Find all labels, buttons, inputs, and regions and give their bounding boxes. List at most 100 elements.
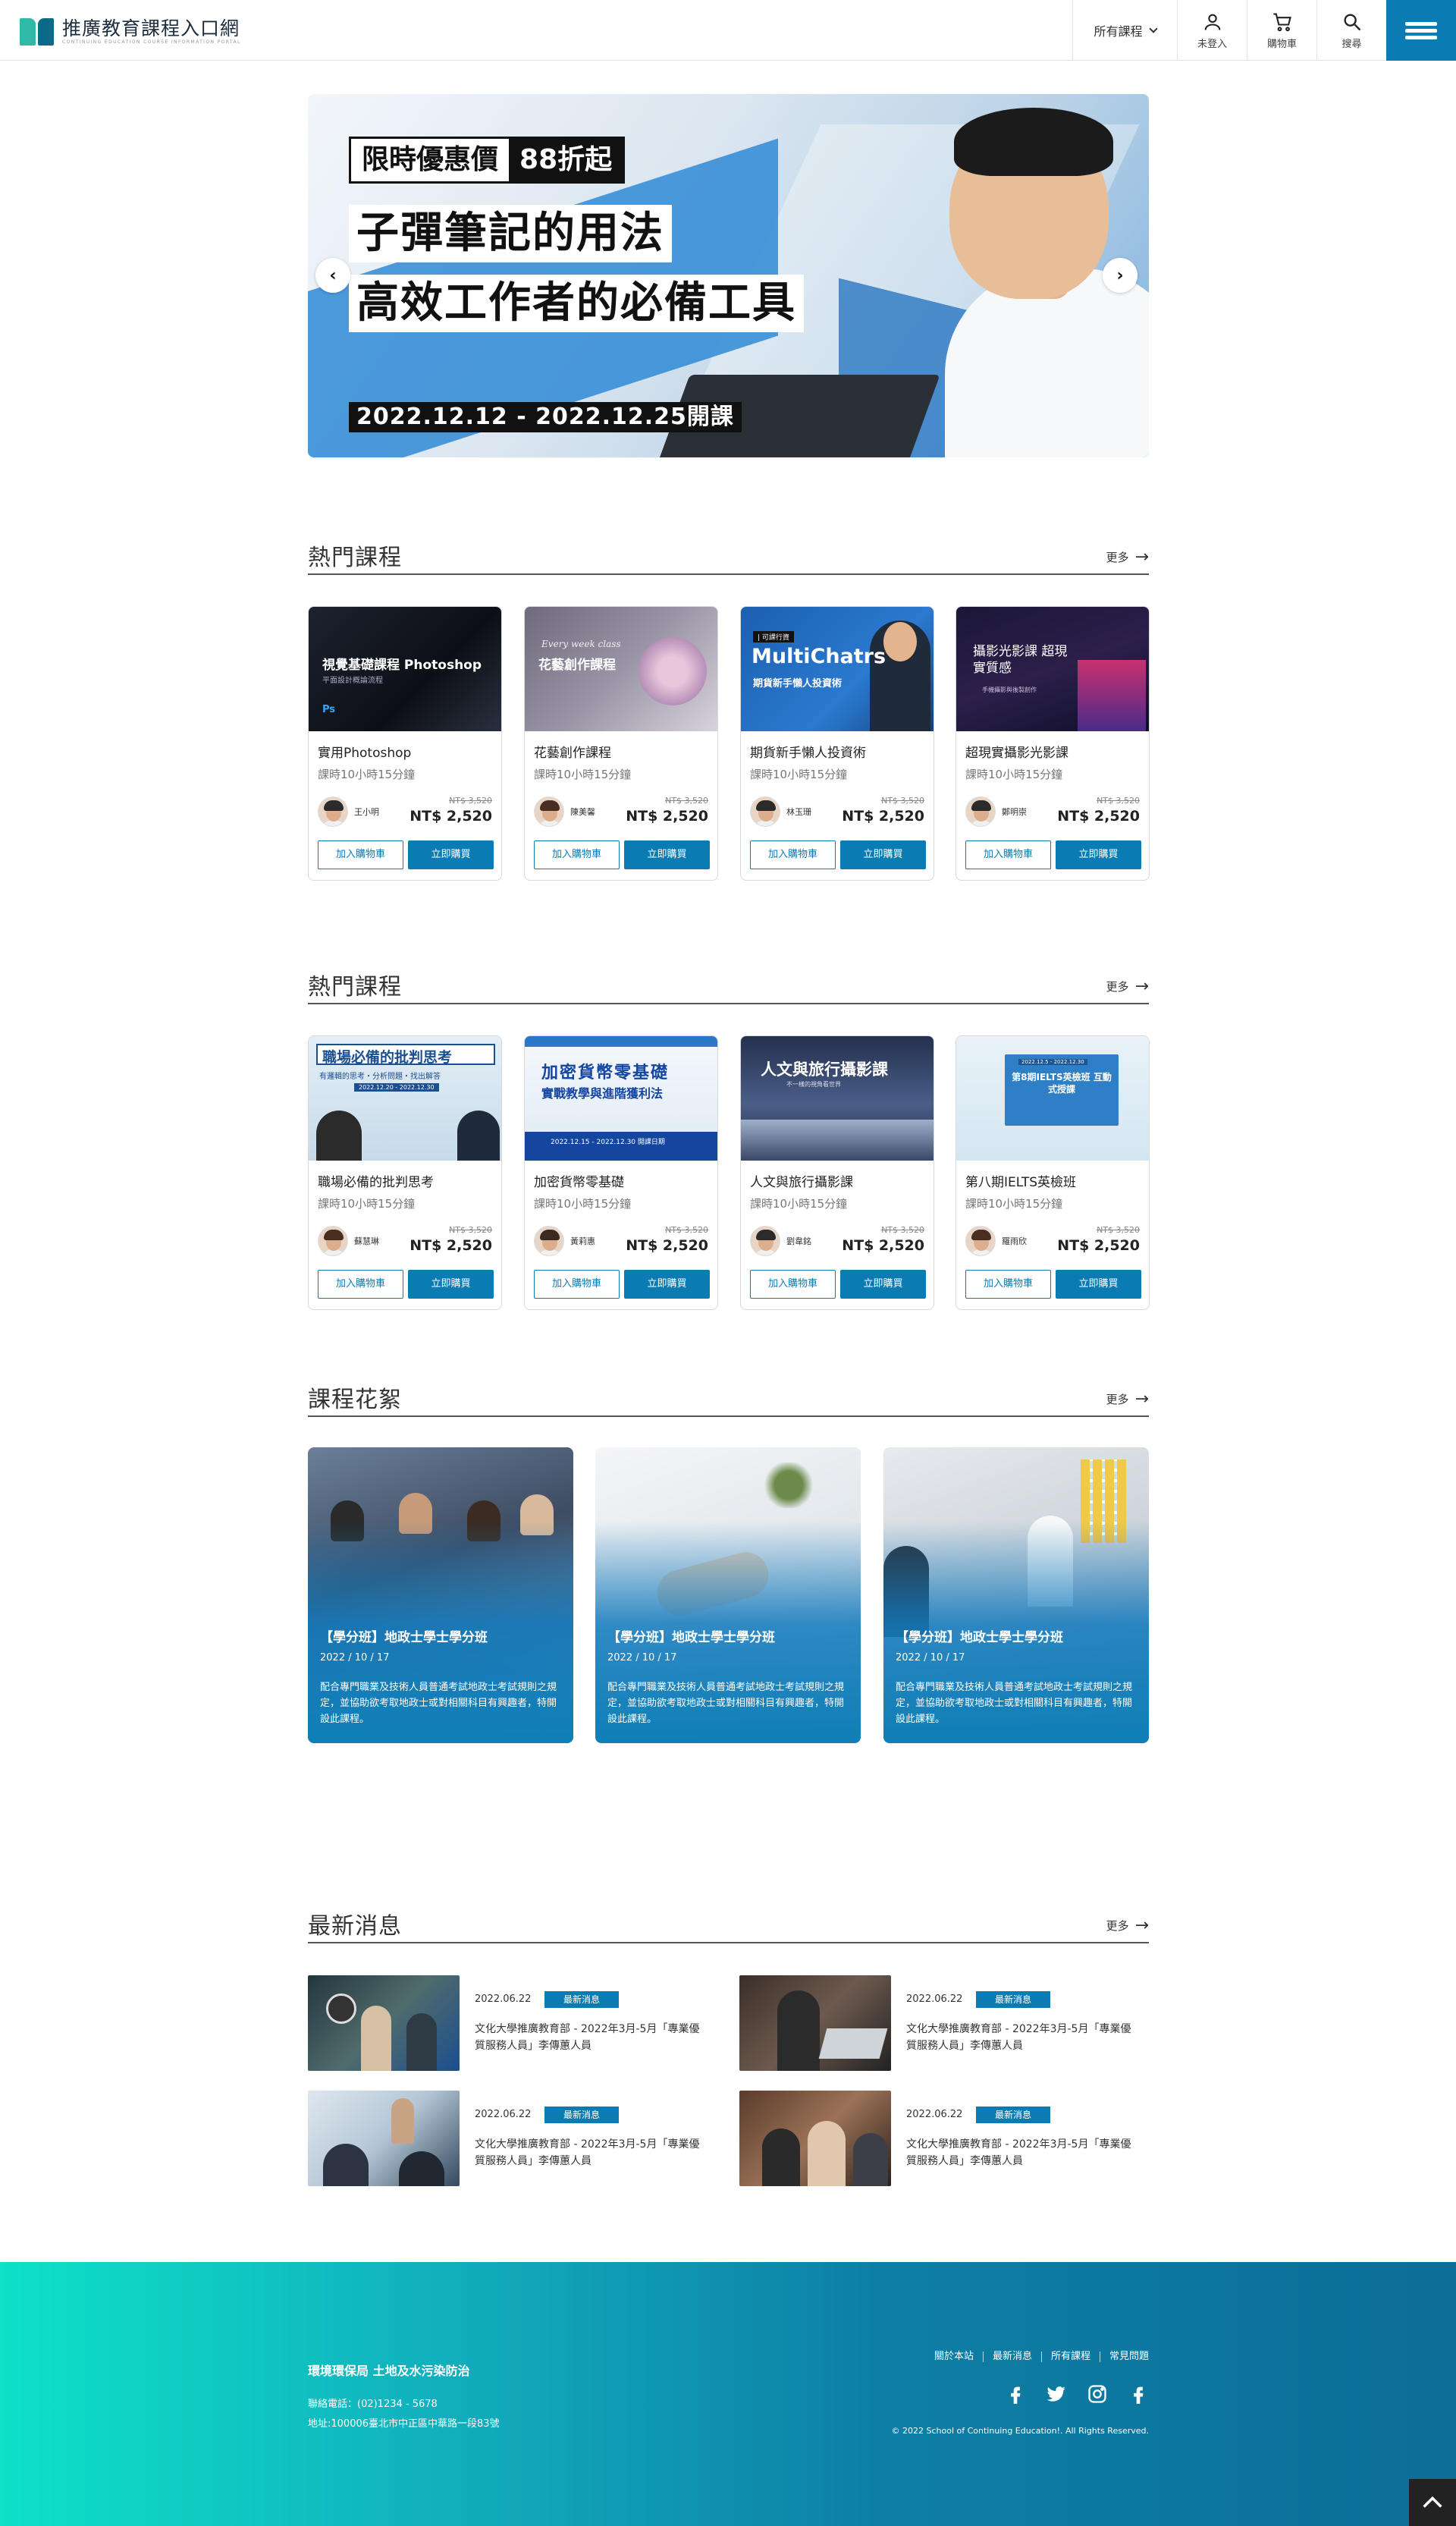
course-card[interactable]: | 可課行資 MultiChatrs 期貨新手懶人投資術 期貨新手懶人投資術 課… — [740, 606, 934, 881]
course-image-subtitle: 2022.12.5 - 2022.12.30 — [1018, 1059, 1087, 1065]
carousel-prev-button[interactable]: ‹ — [315, 258, 350, 293]
course-name[interactable]: 人文與旅行攝影課 — [750, 1171, 853, 1190]
news-image[interactable] — [308, 2091, 460, 2186]
more-link[interactable]: 更多 → — [1106, 1390, 1149, 1407]
carousel-next-button[interactable]: › — [1103, 258, 1138, 293]
instagram-icon[interactable] — [1087, 2383, 1108, 2405]
buy-now-button[interactable]: 立即購買 — [1056, 840, 1141, 869]
course-name[interactable]: 職場必備的批判思考 — [318, 1171, 434, 1190]
course-card[interactable]: 人文與旅行攝影課 不一樣的視角看世界 人文與旅行攝影課 課時10小時15分鐘 劉… — [740, 1035, 934, 1310]
course-name[interactable]: 超現實攝影光影課 — [965, 742, 1068, 761]
buy-now-button[interactable]: 立即購買 — [840, 840, 926, 869]
course-name[interactable]: 實用Photoshop — [318, 742, 411, 761]
news-title[interactable]: 文化大學推廣教育部 - 2022年3月-5月「專業優質服務人員」李傳蕙人員 — [475, 2136, 710, 2169]
news-date: 2022.06.22 — [906, 1993, 963, 2005]
hero-headline-2: 高效工作者的必備工具 — [349, 275, 804, 332]
course-card[interactable]: 視覺基礎課程 Photoshop 平面設計概論流程 Ps 實用Photoshop… — [308, 606, 502, 881]
back-to-top-button[interactable] — [1409, 2479, 1456, 2526]
arrow-right-icon: → — [1134, 547, 1149, 567]
course-card[interactable]: 攝影光影課 超現實質感 手機攝影與後製創作 超現實攝影光影課 課時10小時15分… — [956, 606, 1150, 881]
news-badge: 最新消息 — [544, 2107, 619, 2123]
search-button[interactable]: 搜尋 — [1316, 0, 1386, 61]
course-image-title: 第8期IELTS英檢班 互動式授課 — [1012, 1072, 1112, 1095]
add-to-cart-button[interactable]: 加入購物車 — [318, 840, 403, 869]
course-name[interactable]: 花藝創作課程 — [534, 742, 611, 761]
social-links — [985, 2383, 1149, 2405]
facebook-icon[interactable] — [1128, 2383, 1149, 2405]
footer-link-about[interactable]: 關於本站 — [925, 2352, 984, 2362]
menu-button[interactable] — [1386, 0, 1456, 61]
add-to-cart-button[interactable]: 加入購物車 — [750, 1270, 836, 1299]
facebook-icon[interactable] — [1005, 2383, 1026, 2405]
course-card[interactable]: 2022.12.5 - 2022.12.30 第8期IELTS英檢班 互動式授課… — [956, 1035, 1150, 1310]
add-to-cart-button[interactable]: 加入購物車 — [965, 1270, 1051, 1299]
footer-org-name: 環境環保局 土地及水污染防治 — [308, 2364, 470, 2378]
buy-now-button[interactable]: 立即購買 — [840, 1270, 926, 1299]
more-link[interactable]: 更多 → — [1106, 978, 1149, 994]
buy-now-button[interactable]: 立即購買 — [408, 1270, 494, 1299]
site-subtitle: CONTINUING EDUCATION COURSE INFORMATION … — [62, 39, 241, 45]
footer-link-courses[interactable]: 所有課程 — [1042, 2352, 1100, 2362]
news-title[interactable]: 文化大學推廣教育部 - 2022年3月-5月「專業優質服務人員」李傳蕙人員 — [906, 2136, 1141, 2169]
course-name[interactable]: 期貨新手懶人投資術 — [750, 742, 866, 761]
buy-now-button[interactable]: 立即購買 — [1056, 1270, 1141, 1299]
teacher-name: 黃莉惠 — [570, 1236, 595, 1246]
buy-now-button[interactable]: 立即購買 — [624, 1270, 710, 1299]
photoshop-icon: Ps — [322, 704, 336, 715]
site-title: 推廣教育課程入口網 — [62, 17, 240, 39]
hero-date: 2022.12.12 - 2022.12.25開課 — [349, 402, 742, 432]
promo-badge-left: 限時優惠價 — [351, 139, 510, 181]
news-badge: 最新消息 — [976, 2107, 1050, 2123]
promo-badge: 限時優惠價 88折起 — [349, 137, 626, 184]
news-title[interactable]: 文化大學推廣教育部 - 2022年3月-5月「專業優質服務人員」李傳蕙人員 — [906, 2021, 1141, 2054]
gallery-card[interactable]: 【學分班】地政士學士學分班 2022 / 10 / 17 配合專門職業及技術人員… — [595, 1447, 861, 1743]
add-to-cart-button[interactable]: 加入購物車 — [750, 840, 836, 869]
add-to-cart-button[interactable]: 加入購物車 — [534, 840, 620, 869]
sale-price: NT$ 2,520 — [410, 808, 492, 825]
add-to-cart-button[interactable]: 加入購物車 — [965, 840, 1051, 869]
more-link[interactable]: 更多 → — [1106, 1917, 1149, 1934]
site-logo[interactable]: 推廣教育課程入口網 CONTINUING EDUCATION COURSE IN… — [20, 17, 241, 47]
teacher-avatar — [750, 796, 780, 827]
hero-banner[interactable]: 限時優惠價 88折起 子彈筆記的用法 高效工作者的必備工具 2022.12.12… — [308, 94, 1149, 457]
course-image: 攝影光影課 超現實質感 手機攝影與後製創作 — [956, 607, 1149, 731]
course-duration: 課時10小時15分鐘 — [318, 768, 416, 781]
gallery-title: 【學分班】地政士學士學分班 — [896, 1630, 1063, 1645]
twitter-icon[interactable] — [1046, 2383, 1067, 2405]
course-name[interactable]: 加密貨幣零基礎 — [534, 1171, 624, 1190]
footer-link-news[interactable]: 最新消息 — [984, 2352, 1042, 2362]
course-duration: 課時10小時15分鐘 — [534, 768, 632, 781]
copyright: © 2022 School of Continuing Education!. … — [891, 2426, 1150, 2436]
footer-link-faq[interactable]: 常見問題 — [1100, 2352, 1149, 2362]
teacher-name: 羅雨欣 — [1002, 1236, 1027, 1246]
sale-price: NT$ 2,520 — [1057, 1237, 1140, 1254]
more-link[interactable]: 更多 → — [1106, 547, 1149, 567]
course-card[interactable]: Every week class 花藝創作課程 花藝創作課程 課時10小時15分… — [524, 606, 718, 881]
course-duration: 課時10小時15分鐘 — [965, 768, 1063, 781]
course-duration: 課時10小時15分鐘 — [750, 768, 848, 781]
course-card[interactable]: 職場必備的批判思考 有邏輯的思考・分析問題・找出解答 2022.12.20 - … — [308, 1035, 502, 1310]
cart-button[interactable]: 購物車 — [1247, 0, 1316, 61]
user-icon — [1204, 14, 1220, 30]
course-select-value: 所有課程 — [1094, 24, 1143, 39]
teacher-name: 鄭明崇 — [1002, 807, 1027, 817]
add-to-cart-button[interactable]: 加入購物車 — [534, 1270, 620, 1299]
buy-now-button[interactable]: 立即購買 — [624, 840, 710, 869]
gallery-card[interactable]: 【學分班】地政士學士學分班 2022 / 10 / 17 配合專門職業及技術人員… — [883, 1447, 1149, 1743]
gallery-date: 2022 / 10 / 17 — [896, 1652, 965, 1664]
news-title[interactable]: 文化大學推廣教育部 - 2022年3月-5月「專業優質服務人員」李傳蕙人員 — [475, 2021, 710, 2054]
teacher-avatar — [965, 1226, 996, 1256]
teacher-name: 蘇慧琳 — [354, 1236, 379, 1246]
buy-now-button[interactable]: 立即購買 — [408, 840, 494, 869]
course-name[interactable]: 第八期IELTS英檢班 — [965, 1171, 1076, 1190]
add-to-cart-button[interactable]: 加入購物車 — [318, 1270, 403, 1299]
news-image[interactable] — [308, 1975, 460, 2071]
course-select[interactable]: 所有課程 — [1072, 0, 1177, 61]
course-card[interactable]: 加密貨幣零基礎 實戰教學與進階獲利法 2022.12.15 - 2022.12.… — [524, 1035, 718, 1310]
login-button[interactable]: 未登入 — [1177, 0, 1247, 61]
original-price: NT$ 3,520 — [665, 1225, 708, 1235]
section-title: 最新消息 — [308, 1913, 402, 1940]
news-image[interactable] — [739, 1975, 891, 2071]
gallery-card[interactable]: 【學分班】地政士學士學分班 2022 / 10 / 17 配合專門職業及技術人員… — [308, 1447, 573, 1743]
news-image[interactable] — [739, 2091, 891, 2186]
